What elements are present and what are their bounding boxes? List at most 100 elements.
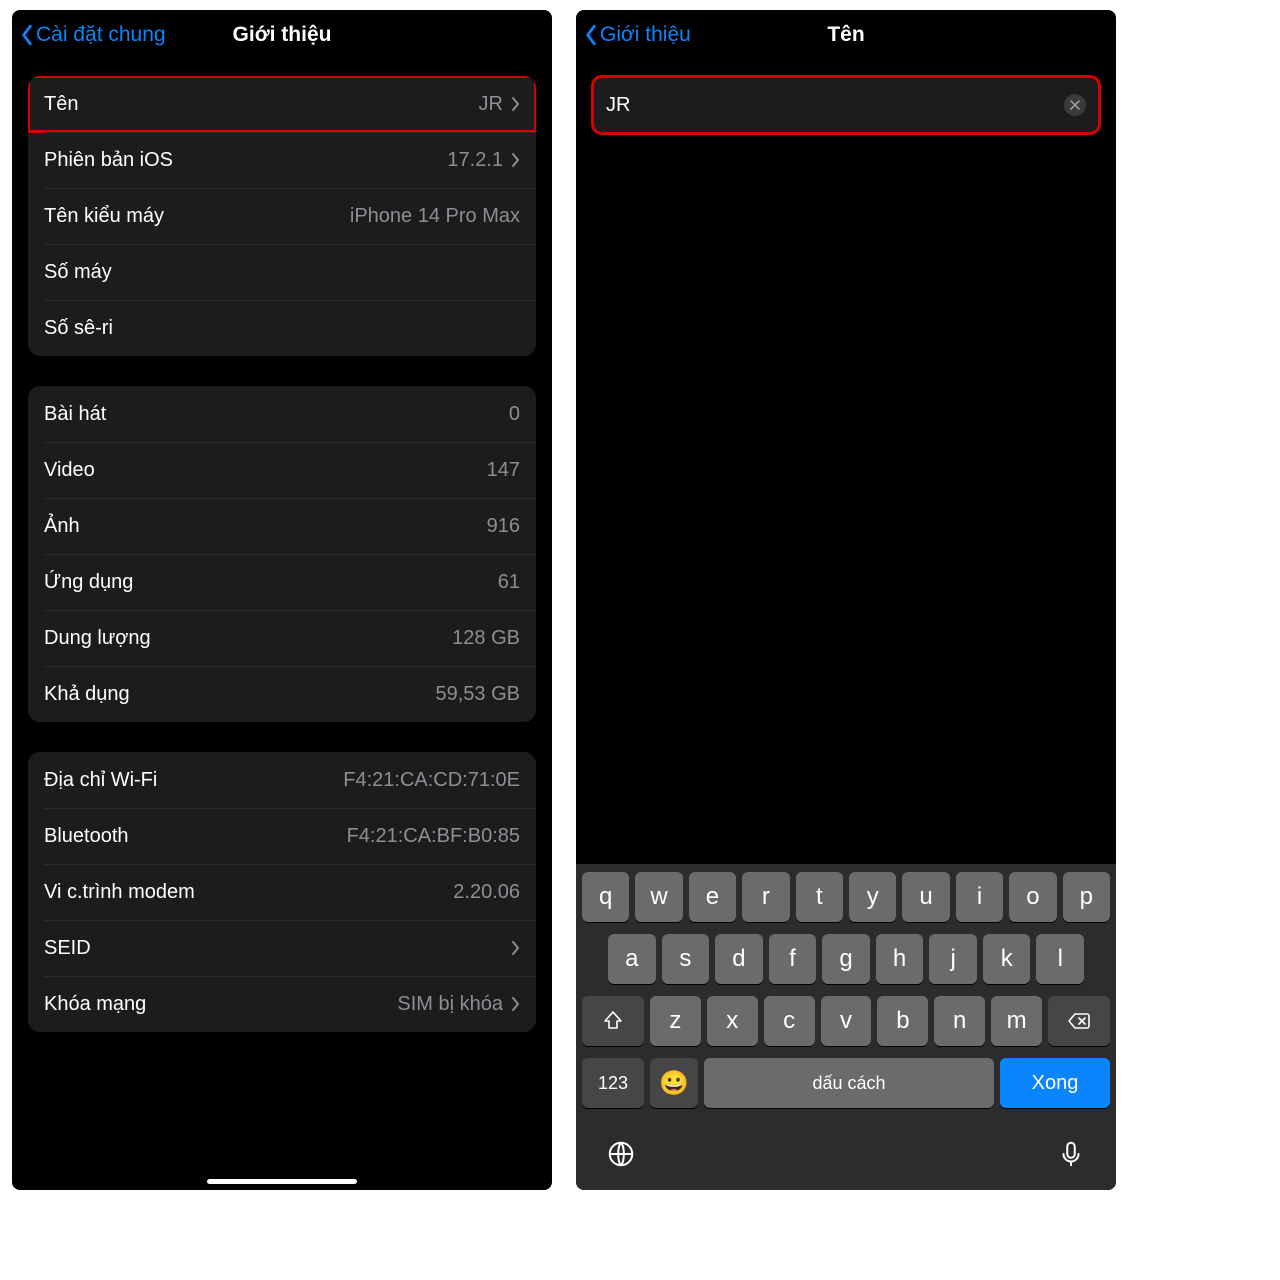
nav-bar: Cài đặt chung Giới thiệu <box>12 10 552 60</box>
row-value: 916 <box>487 515 520 538</box>
key-q[interactable]: q <box>582 872 629 922</box>
shift-key[interactable] <box>582 996 644 1046</box>
row-value: 147 <box>487 459 520 482</box>
chevron-left-icon <box>584 24 598 46</box>
row-modem: Vi c.trình modem 2.20.06 <box>28 864 536 920</box>
content: Tên JR Phiên bản iOS 17.2.1 Tên kiểu máy… <box>12 60 552 1190</box>
row-photos: Ảnh 916 <box>28 498 536 554</box>
key-d[interactable]: d <box>715 934 763 984</box>
row-value: F4:21:CA:CD:71:0E <box>343 769 520 792</box>
row-value: iPhone 14 Pro Max <box>350 205 520 228</box>
chevron-right-icon <box>511 152 520 168</box>
nav-bar: Giới thiệu Tên <box>576 10 1116 60</box>
row-carrier-lock[interactable]: Khóa mạng SIM bị khóa <box>28 976 536 1032</box>
row-name[interactable]: Tên JR <box>28 76 536 132</box>
phone-left: Cài đặt chung Giới thiệu Tên JR Phiên bả… <box>12 10 552 1190</box>
row-value: JR <box>479 93 503 116</box>
chevron-left-icon <box>20 24 34 46</box>
row-label: Bài hát <box>44 403 106 426</box>
chevron-right-icon <box>511 96 520 112</box>
key-e[interactable]: e <box>689 872 736 922</box>
row-label: Khóa mạng <box>44 993 146 1016</box>
row-label: Tên <box>44 93 78 116</box>
row-label: Địa chỉ Wi-Fi <box>44 769 157 792</box>
emoji-key[interactable]: 😀 <box>650 1058 698 1108</box>
row-songs: Bài hát 0 <box>28 386 536 442</box>
shift-icon <box>601 1009 625 1033</box>
dictation-key[interactable] <box>1056 1139 1086 1174</box>
row-model-name: Tên kiểu máy iPhone 14 Pro Max <box>28 188 536 244</box>
section-device: Tên JR Phiên bản iOS 17.2.1 Tên kiểu máy… <box>28 76 536 356</box>
globe-key[interactable] <box>606 1139 636 1174</box>
row-bluetooth: Bluetooth F4:21:CA:BF:B0:85 <box>28 808 536 864</box>
mic-icon <box>1056 1139 1086 1169</box>
close-icon <box>1070 100 1080 110</box>
row-wifi: Địa chỉ Wi-Fi F4:21:CA:CD:71:0E <box>28 752 536 808</box>
key-m[interactable]: m <box>991 996 1042 1046</box>
key-r[interactable]: r <box>742 872 789 922</box>
backspace-icon <box>1067 1009 1091 1033</box>
keyboard-bottom <box>576 1139 1116 1174</box>
backspace-key[interactable] <box>1048 996 1110 1046</box>
home-indicator[interactable] <box>207 1179 357 1184</box>
key-n[interactable]: n <box>934 996 985 1046</box>
row-value: 128 GB <box>452 627 520 650</box>
row-value: SIM bị khóa <box>397 993 503 1016</box>
row-label: Tên kiểu máy <box>44 205 164 228</box>
back-button[interactable]: Cài đặt chung <box>20 23 166 47</box>
section-network: Địa chỉ Wi-Fi F4:21:CA:CD:71:0E Bluetoot… <box>28 752 536 1032</box>
row-seid[interactable]: SEID <box>28 920 536 976</box>
row-label: Phiên bản iOS <box>44 149 173 172</box>
row-label: Bluetooth <box>44 825 129 848</box>
keyboard: qwertyuiop asdfghjkl zxcvbnm 123 😀 dấu c… <box>576 864 1116 1190</box>
key-p[interactable]: p <box>1063 872 1110 922</box>
emoji-icon: 😀 <box>659 1069 689 1098</box>
row-value: 17.2.1 <box>447 149 503 172</box>
name-input[interactable]: JR <box>592 76 1100 134</box>
key-j[interactable]: j <box>929 934 977 984</box>
key-s[interactable]: s <box>662 934 710 984</box>
key-h[interactable]: h <box>876 934 924 984</box>
row-apps: Ứng dụng 61 <box>28 554 536 610</box>
key-b[interactable]: b <box>877 996 928 1046</box>
key-l[interactable]: l <box>1036 934 1084 984</box>
key-x[interactable]: x <box>707 996 758 1046</box>
row-value: F4:21:CA:BF:B0:85 <box>347 825 520 848</box>
row-label: Video <box>44 459 95 482</box>
back-button[interactable]: Giới thiệu <box>584 23 691 47</box>
row-value: 61 <box>498 571 520 594</box>
row-ios-version[interactable]: Phiên bản iOS 17.2.1 <box>28 132 536 188</box>
row-value: 2.20.06 <box>453 881 520 904</box>
done-key[interactable]: Xong <box>1000 1058 1110 1108</box>
row-label: Số máy <box>44 261 112 284</box>
phone-right: Giới thiệu Tên JR qwertyuiop asdfghjkl z… <box>576 10 1116 1190</box>
row-label: Ứng dụng <box>44 571 133 594</box>
row-label: Số sê-ri <box>44 317 113 340</box>
space-key[interactable]: dấu cách <box>704 1058 994 1108</box>
key-y[interactable]: y <box>849 872 896 922</box>
key-c[interactable]: c <box>764 996 815 1046</box>
key-f[interactable]: f <box>769 934 817 984</box>
key-w[interactable]: w <box>635 872 682 922</box>
key-i[interactable]: i <box>956 872 1003 922</box>
row-serial: Số sê-ri <box>28 300 536 356</box>
row-value: 0 <box>509 403 520 426</box>
key-o[interactable]: o <box>1009 872 1056 922</box>
key-k[interactable]: k <box>983 934 1031 984</box>
row-capacity: Dung lượng 128 GB <box>28 610 536 666</box>
key-u[interactable]: u <box>902 872 949 922</box>
row-label: Vi c.trình modem <box>44 881 195 904</box>
key-t[interactable]: t <box>796 872 843 922</box>
name-input-value: JR <box>606 94 630 117</box>
key-z[interactable]: z <box>650 996 701 1046</box>
row-label: Khả dụng <box>44 683 130 706</box>
key-g[interactable]: g <box>822 934 870 984</box>
section-storage: Bài hát 0 Video 147 Ảnh 916 Ứng dụng 61 … <box>28 386 536 722</box>
back-label: Giới thiệu <box>600 23 691 47</box>
key-v[interactable]: v <box>821 996 872 1046</box>
row-label: SEID <box>44 937 91 960</box>
numeric-key[interactable]: 123 <box>582 1058 644 1108</box>
chevron-right-icon <box>511 940 520 956</box>
clear-button[interactable] <box>1064 94 1086 116</box>
key-a[interactable]: a <box>608 934 656 984</box>
